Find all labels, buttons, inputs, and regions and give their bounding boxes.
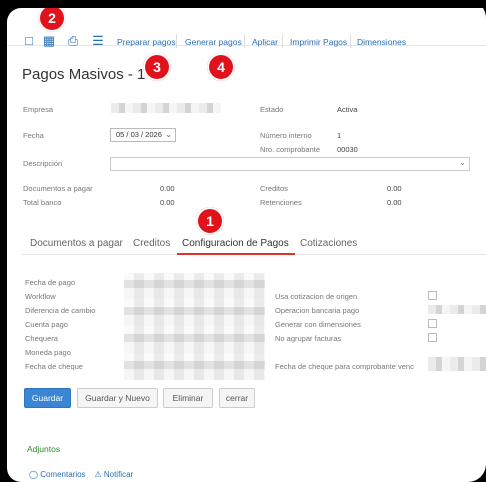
numero-interno-value: 1 (337, 131, 342, 140)
step-badge-4: 4 (207, 53, 235, 81)
preparar-pagos-link[interactable]: Preparar pagos (117, 37, 176, 47)
dimensiones-link[interactable]: Dimensiones (357, 37, 406, 47)
descripcion-select[interactable]: ⌄ (110, 157, 470, 171)
estado-label: Estado (260, 105, 284, 114)
no-agrupar-facturas-checkbox[interactable] (428, 333, 437, 342)
tab-cotizaciones[interactable]: Cotizaciones (300, 238, 357, 249)
usa-cotizacion-label: Usa cotizacion de origen (275, 292, 358, 301)
config-fields-redacted (124, 273, 265, 380)
empresa-label: Empresa (23, 105, 54, 114)
cerrar-button[interactable]: cerrar (219, 388, 255, 408)
tab-creditos[interactable]: Creditos (133, 238, 170, 249)
active-tab-indicator (177, 253, 295, 255)
toolbar: □ ▦ ⎙ ☰ Preparar pagos Generar pagos Apl… (7, 8, 486, 48)
adjuntos-heading[interactable]: Adjuntos (27, 444, 60, 454)
app-page: □ ▦ ⎙ ☰ Preparar pagos Generar pagos Apl… (7, 8, 486, 482)
total-banco-label: Total banco (23, 198, 62, 207)
operacion-bancaria-redacted (428, 305, 486, 314)
total-banco-value: 0.00 (160, 198, 175, 207)
generar-con-dimensiones-label: Generar con dimensiones (275, 320, 361, 329)
eliminar-button[interactable]: Eliminar (163, 388, 213, 408)
creditos-value: 0.00 (387, 184, 402, 193)
imprimir-pagos-link[interactable]: Imprimir Pagos (290, 37, 347, 47)
step-badge-3: 3 (143, 53, 171, 81)
empresa-value-redacted (111, 103, 221, 113)
moneda-pago-label: Moneda pago (25, 348, 71, 357)
fecha-de-pago-label: Fecha de pago (25, 278, 76, 287)
cuenta-pago-label: Cuenta pago (25, 320, 68, 329)
documentos-a-pagar-value: 0.00 (160, 184, 175, 193)
documentos-a-pagar-label: Documentos a pagar (23, 184, 93, 193)
workflow-label: Workflow (25, 292, 56, 301)
estado-value: Activa (337, 105, 358, 114)
print-icon[interactable]: ⎙ (66, 34, 80, 48)
fecha-de-cheque-label: Fecha de cheque (25, 362, 83, 371)
nro-comprobante-label: Nro. comprobante (260, 145, 321, 154)
operacion-bancaria-label: Operacion bancaria pago (275, 306, 360, 315)
generar-pagos-link[interactable]: Generar pagos (185, 37, 242, 47)
no-agrupar-facturas-label: No agrupar facturas (275, 334, 342, 343)
fecha-cheque-comprobante-label: Fecha de cheque para comprobante venc (275, 362, 414, 371)
retenciones-value: 0.00 (387, 198, 402, 207)
fecha-value: 05 / 03 / 2026 (116, 130, 162, 139)
toolbar-separator (176, 34, 177, 48)
guardar-y-nuevo-button[interactable]: Guardar y Nuevo (77, 388, 158, 408)
descripcion-label: Descripción (23, 159, 63, 168)
warning-icon: ⚠ (94, 470, 102, 479)
save-icon[interactable]: ▦ (42, 34, 56, 48)
numero-interno-label: Número interno (260, 131, 312, 140)
comentarios-link[interactable]: Comentarios (40, 470, 85, 479)
retenciones-label: Retenciones (260, 198, 302, 207)
chequera-label: Chequera (25, 334, 58, 343)
nro-comprobante-value: 00030 (337, 145, 358, 154)
new-document-icon[interactable]: □ (22, 34, 36, 48)
attach-icon[interactable]: ☰ (91, 34, 105, 48)
toolbar-separator (244, 34, 245, 48)
tab-configuracion-de-pagos[interactable]: Configuracion de Pagos (182, 238, 289, 249)
chevron-down-icon[interactable]: ⌄ (459, 158, 466, 167)
tab-documentos-a-pagar[interactable]: Documentos a pagar (30, 238, 123, 249)
fecha-cheque-comprobante-redacted (428, 357, 486, 371)
comment-icon: ◯ (29, 470, 38, 479)
fecha-label: Fecha (23, 131, 44, 140)
toolbar-separator (350, 34, 351, 48)
generar-con-dimensiones-checkbox[interactable] (428, 319, 437, 328)
aplicar-link[interactable]: Aplicar (252, 37, 278, 47)
notificar-link[interactable]: Notificar (104, 470, 133, 479)
chevron-down-icon[interactable]: ⌄ (165, 129, 172, 141)
page-title: Pagos Masivos - 1 (22, 66, 146, 83)
bottom-links: ◯ Comentarios ⚠ Notificar (29, 470, 133, 479)
screen-frame: □ ▦ ⎙ ☰ Preparar pagos Generar pagos Apl… (0, 0, 486, 482)
guardar-button[interactable]: Guardar (24, 388, 71, 408)
toolbar-separator (282, 34, 283, 48)
diferencia-de-cambio-label: Diferencia de cambio (25, 306, 96, 315)
fecha-date-input[interactable]: 05 / 03 / 2026 ⌄ (110, 128, 176, 142)
creditos-label: Creditos (260, 184, 288, 193)
usa-cotizacion-checkbox[interactable] (428, 291, 437, 300)
step-badge-1: 1 (196, 207, 224, 235)
